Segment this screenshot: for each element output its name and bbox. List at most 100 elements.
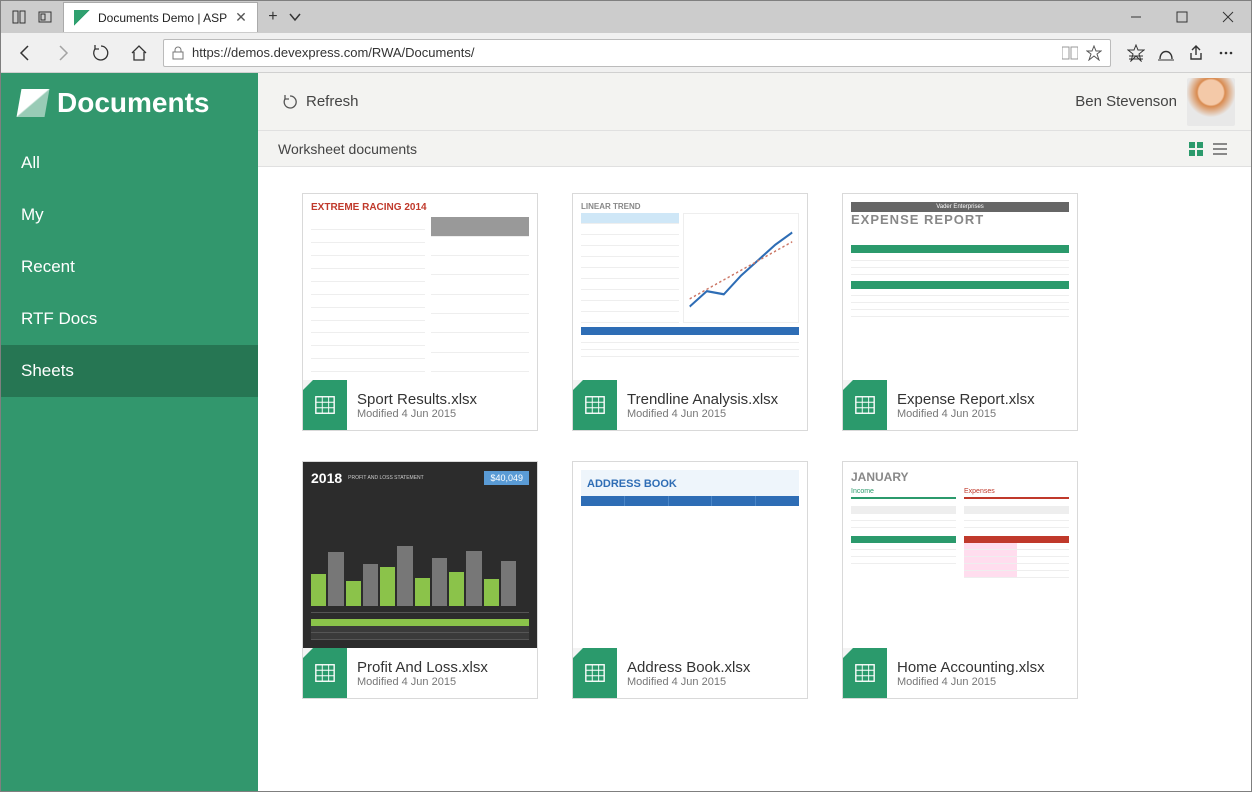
close-icon[interactable]: ✕: [235, 9, 247, 26]
refresh-icon: [282, 94, 298, 110]
task-view-icons: [1, 5, 63, 29]
spreadsheet-icon: [303, 380, 347, 430]
tab-title: Documents Demo | ASP: [98, 11, 227, 25]
nav-bar: https://demos.devexpress.com/RWA/Documen…: [1, 33, 1251, 73]
tab-dropdown-icon[interactable]: [288, 10, 318, 24]
spreadsheet-icon: [843, 380, 887, 430]
list-view-button[interactable]: [1209, 138, 1231, 160]
brand-logo-icon: [17, 89, 50, 117]
card-footer: Sport Results.xlsx Modified 4 Jun 2015: [303, 380, 537, 430]
file-modified: Modified 4 Jun 2015: [357, 408, 477, 420]
reading-view-icon[interactable]: [1062, 46, 1078, 60]
favorite-icon[interactable]: [1086, 45, 1102, 61]
thumb-title: ADDRESS BOOK: [587, 478, 677, 490]
home-button[interactable]: [125, 39, 153, 67]
lock-icon: [172, 46, 184, 60]
document-card[interactable]: LINEAR TREND: [572, 193, 808, 431]
sidebar: Documents All My Recent RTF Docs Sheets: [1, 73, 258, 791]
browser-toolbar-right: [1121, 44, 1241, 62]
sidebar-item-my[interactable]: My: [1, 189, 258, 241]
sidebar-item-label: Recent: [21, 257, 75, 276]
sidebar-item-rtf[interactable]: RTF Docs: [1, 293, 258, 345]
file-name: Trendline Analysis.xlsx: [627, 391, 778, 408]
sidebar-item-label: My: [21, 205, 44, 224]
sidebar-item-recent[interactable]: Recent: [1, 241, 258, 293]
task-switch-icon[interactable]: [33, 5, 57, 29]
file-name: Home Accounting.xlsx: [897, 659, 1045, 676]
thumb-title: EXTREME RACING 2014: [311, 202, 529, 213]
app-container: Documents All My Recent RTF Docs Sheets …: [1, 73, 1251, 791]
new-tab-button[interactable]: +: [258, 8, 288, 26]
thumb-badge: $40,049: [484, 471, 529, 485]
user-name: Ben Stevenson: [1075, 93, 1177, 110]
spreadsheet-icon: [573, 648, 617, 698]
document-card[interactable]: 2018 PROFIT AND LOSS STATEMENT $40,049: [302, 461, 538, 699]
sidebar-item-label: Sheets: [21, 361, 74, 380]
browser-tab[interactable]: Documents Demo | ASP ✕: [63, 2, 258, 32]
document-thumbnail: EXTREME RACING 2014: [303, 194, 537, 380]
forward-button[interactable]: [49, 39, 77, 67]
user-block[interactable]: Ben Stevenson: [1075, 78, 1235, 126]
view-toggles: [1185, 138, 1231, 160]
sidebar-item-label: All: [21, 153, 40, 172]
thumb-title: 2018: [311, 470, 342, 486]
reload-button[interactable]: [87, 39, 115, 67]
avatar: [1187, 78, 1235, 126]
file-name: Expense Report.xlsx: [897, 391, 1035, 408]
card-grid: EXTREME RACING 2014: [302, 193, 1207, 699]
thumb-title: LINEAR TREND: [581, 202, 799, 211]
brand[interactable]: Documents: [1, 73, 258, 137]
refresh-button[interactable]: Refresh: [274, 89, 367, 114]
maximize-button[interactable]: [1159, 1, 1205, 33]
title-bar: Documents Demo | ASP ✕ +: [1, 1, 1251, 33]
sidebar-item-label: RTF Docs: [21, 309, 97, 328]
section-title: Worksheet documents: [278, 141, 417, 157]
document-card[interactable]: ADDRESS BOOK: [572, 461, 808, 699]
document-thumbnail: Vader Enterprises EXPENSE REPORT: [843, 194, 1077, 380]
window-controls: [1113, 1, 1251, 33]
minimize-button[interactable]: [1113, 1, 1159, 33]
thumb-subtitle: Vader Enterprises: [851, 202, 1069, 212]
file-name: Profit And Loss.xlsx: [357, 659, 488, 676]
file-modified: Modified 4 Jun 2015: [627, 676, 750, 688]
notes-icon[interactable]: [1157, 44, 1175, 62]
sidebar-item-sheets[interactable]: Sheets: [1, 345, 258, 397]
document-card[interactable]: Vader Enterprises EXPENSE REPORT: [842, 193, 1078, 431]
address-bar[interactable]: https://demos.devexpress.com/RWA/Documen…: [163, 39, 1111, 67]
sidebar-item-all[interactable]: All: [1, 137, 258, 189]
tab-strip: Documents Demo | ASP ✕ +: [63, 1, 1113, 33]
sub-toolbar: Worksheet documents: [258, 131, 1251, 167]
file-modified: Modified 4 Jun 2015: [897, 408, 1035, 420]
income-label: Income: [851, 486, 956, 499]
more-icon[interactable]: [1217, 44, 1235, 62]
brand-title: Documents: [57, 87, 209, 119]
card-footer: Home Accounting.xlsx Modified 4 Jun 2015: [843, 648, 1077, 698]
card-footer: Address Book.xlsx Modified 4 Jun 2015: [573, 648, 807, 698]
document-thumbnail: LINEAR TREND: [573, 194, 807, 380]
document-card[interactable]: EXTREME RACING 2014: [302, 193, 538, 431]
share-icon[interactable]: [1187, 44, 1205, 62]
expenses-label: Expenses: [964, 486, 1069, 499]
card-footer: Profit And Loss.xlsx Modified 4 Jun 2015: [303, 648, 537, 698]
spreadsheet-icon: [843, 648, 887, 698]
card-footer: Trendline Analysis.xlsx Modified 4 Jun 2…: [573, 380, 807, 430]
document-thumbnail: 2018 PROFIT AND LOSS STATEMENT $40,049: [303, 462, 537, 648]
spreadsheet-icon: [573, 380, 617, 430]
favorites-hub-icon[interactable]: [1127, 44, 1145, 62]
task-view-icon[interactable]: [7, 5, 31, 29]
close-button[interactable]: [1205, 1, 1251, 33]
document-card[interactable]: JANUARY Income Expenses: [842, 461, 1078, 699]
card-footer: Expense Report.xlsx Modified 4 Jun 2015: [843, 380, 1077, 430]
url-text: https://demos.devexpress.com/RWA/Documen…: [192, 45, 1054, 60]
document-thumbnail: ADDRESS BOOK: [573, 462, 807, 648]
documents-area: EXTREME RACING 2014: [258, 167, 1251, 791]
file-name: Sport Results.xlsx: [357, 391, 477, 408]
back-button[interactable]: [11, 39, 39, 67]
refresh-label: Refresh: [306, 93, 359, 110]
tab-favicon-icon: [74, 10, 90, 26]
thumb-title: JANUARY: [851, 470, 1069, 484]
toolbar: Refresh Ben Stevenson: [258, 73, 1251, 131]
grid-view-button[interactable]: [1185, 138, 1207, 160]
file-modified: Modified 4 Jun 2015: [627, 408, 778, 420]
file-modified: Modified 4 Jun 2015: [357, 676, 488, 688]
